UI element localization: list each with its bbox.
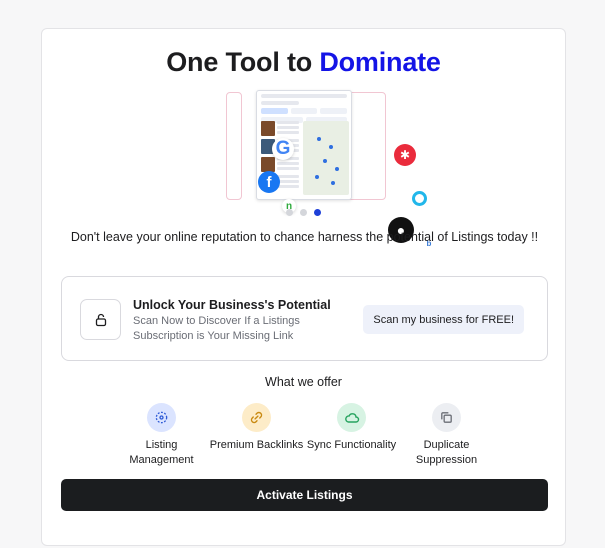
map-thumbnail <box>303 121 349 195</box>
carousel-dot-active[interactable] <box>314 209 321 216</box>
lock-icon <box>80 299 121 340</box>
carousel-indicators <box>42 209 565 216</box>
offer-premium-backlinks: Premium Backlinks <box>209 403 304 468</box>
yelp-logo-icon: ✱ <box>394 144 416 166</box>
carousel-dot[interactable] <box>300 209 307 216</box>
alexa-logo-icon <box>412 191 427 206</box>
subtitle: Don't leave your online reputation to ch… <box>70 230 539 244</box>
title-prefix: One Tool to <box>166 47 320 77</box>
scan-business-button[interactable]: Scan my business for FREE! <box>363 305 524 334</box>
offer-label: Duplicate Suppression <box>415 439 478 466</box>
page-title: One Tool to Dominate <box>42 47 565 78</box>
offers-list: Listing Management Premium Backlinks Syn… <box>114 403 494 468</box>
scan-promo-box: Unlock Your Business's Potential Scan No… <box>61 276 548 361</box>
offer-listing-management: Listing Management <box>114 403 209 468</box>
offer-label: Premium Backlinks <box>209 439 304 451</box>
facebook-logo-icon: f <box>258 171 280 193</box>
promo-title: Unlock Your Business's Potential <box>133 298 331 312</box>
activate-listings-button[interactable]: Activate Listings <box>61 479 548 511</box>
carousel-dot[interactable] <box>286 209 293 216</box>
offer-label: Listing Management <box>129 439 194 466</box>
offers-heading: What we offer <box>265 375 342 389</box>
copy-icon <box>432 403 461 432</box>
crosshair-icon <box>147 403 176 432</box>
hero-illustration: G f n ✱ ● b <box>216 89 433 248</box>
offer-duplicate-suppression: Duplicate Suppression <box>399 403 494 468</box>
offer-sync-functionality: Sync Functionality <box>304 403 399 468</box>
listings-card: One Tool to Dominate G f n ✱ ● b Don't l… <box>41 28 566 546</box>
google-logo-icon: G <box>272 138 294 160</box>
offer-label: Sync Functionality <box>306 439 397 451</box>
promo-description: Scan Now to Discover If a Listings Subsc… <box>133 315 300 342</box>
cloud-icon <box>337 403 366 432</box>
link-icon <box>242 403 271 432</box>
title-accent: Dominate <box>319 47 441 77</box>
illustration-frame <box>226 92 242 200</box>
